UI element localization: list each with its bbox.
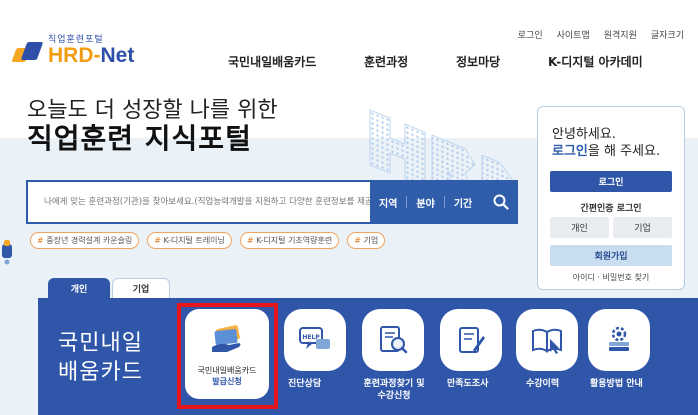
utility-nav: 로그인 사이트맵 원격지원 글자크기 bbox=[518, 28, 684, 41]
search-filter-field[interactable]: 분야 bbox=[407, 195, 443, 210]
usage-guide-button[interactable] bbox=[588, 309, 650, 371]
hero-title: 직업훈련 지식포털 bbox=[27, 122, 252, 155]
search-filter-region[interactable]: 지역 bbox=[370, 195, 406, 210]
hashtag-middle-aged-counseling[interactable]: # 중장년 경력설계 카운슬링 bbox=[30, 232, 140, 249]
satisfaction-survey-label: 만족도조사 bbox=[447, 379, 489, 389]
hashtag-business[interactable]: # 기업 bbox=[347, 232, 386, 249]
login-prompt-link[interactable]: 로그인 bbox=[552, 144, 588, 159]
find-id-password-link[interactable]: 아이디 · 비밀번호 찾기 bbox=[538, 272, 684, 283]
nav-training-course[interactable]: 훈련과정 bbox=[364, 53, 456, 70]
hashtag-k-digital-basic[interactable]: # K-디지털 기초역량훈련 bbox=[239, 232, 340, 249]
search-icon bbox=[493, 194, 509, 210]
course-history-label: 수강이력 bbox=[526, 379, 560, 389]
util-sitemap-link[interactable]: 사이트맵 bbox=[557, 28, 590, 41]
logo-wordmark: HRD-Net bbox=[48, 44, 135, 67]
course-search-button[interactable] bbox=[362, 309, 424, 371]
tab-individual[interactable]: 개인 bbox=[48, 278, 110, 298]
util-remote-support-link[interactable]: 원격지원 bbox=[604, 28, 637, 41]
simple-auth-individual-button[interactable]: 개인 bbox=[550, 217, 609, 238]
course-search-label: 훈련과정찾기 및 수강신청 bbox=[363, 379, 425, 401]
megaphone-icon[interactable] bbox=[0, 236, 18, 266]
simple-auth-label: 간편인증 로그인 bbox=[580, 204, 642, 214]
nav-info[interactable]: 정보마당 bbox=[456, 53, 548, 70]
survey-pen-icon bbox=[459, 327, 485, 353]
search-input[interactable] bbox=[28, 182, 370, 222]
login-panel: 안녕하세요. 로그인을 해 주세요. 로그인 간편인증 로그인 개인 기업 회원… bbox=[537, 106, 685, 290]
main-nav: 국민내일배움카드 훈련과정 정보마당 K-디지털 아카데미 bbox=[228, 53, 643, 70]
search-bar: 지역 분야 기간 bbox=[26, 180, 518, 224]
hashtag-k-digital-training[interactable]: # K-디지털 트레이닝 bbox=[147, 232, 232, 249]
login-button[interactable]: 로그인 bbox=[550, 171, 672, 192]
search-filter-tabs: 지역 분야 기간 bbox=[370, 182, 516, 222]
search-filter-period[interactable]: 기간 bbox=[445, 195, 481, 210]
consult-button[interactable]: HELP bbox=[284, 309, 346, 371]
util-login-link[interactable]: 로그인 bbox=[518, 28, 543, 41]
gear-stack-icon bbox=[609, 326, 629, 351]
tab-business[interactable]: 기업 bbox=[112, 278, 170, 298]
simple-auth-business-button[interactable]: 기업 bbox=[613, 217, 672, 238]
help-chat-icon: HELP bbox=[299, 327, 330, 349]
nav-k-digital-academy[interactable]: K-디지털 아카데미 bbox=[548, 53, 643, 70]
hashtag-list: # 중장년 경력설계 카운슬링 # K-디지털 트레이닝 # K-디지털 기초역… bbox=[30, 232, 386, 249]
highlight-frame bbox=[177, 303, 278, 409]
usage-guide-label: 활용방법 안내 bbox=[590, 379, 643, 389]
join-button[interactable]: 회원가입 bbox=[550, 245, 672, 266]
simple-auth-row: 개인 기업 bbox=[550, 217, 672, 238]
search-button[interactable] bbox=[486, 182, 516, 222]
search-document-icon bbox=[380, 326, 408, 354]
util-font-size-link[interactable]: 글자크기 bbox=[651, 28, 684, 41]
satisfaction-survey-button[interactable] bbox=[440, 309, 502, 371]
learning-card-title: 국민내일 배움카드 bbox=[58, 331, 143, 385]
hrd-net-logo[interactable]: 직업훈련포털 HRD-Net bbox=[11, 36, 135, 67]
logo-mark-icon bbox=[11, 38, 44, 64]
consult-label: 진단상담 bbox=[288, 379, 322, 389]
course-history-button[interactable] bbox=[516, 309, 578, 371]
login-prompt: 로그인을 해 주세요. bbox=[552, 144, 661, 159]
book-cursor-icon bbox=[532, 328, 562, 354]
nav-learning-card[interactable]: 국민내일배움카드 bbox=[228, 53, 364, 70]
